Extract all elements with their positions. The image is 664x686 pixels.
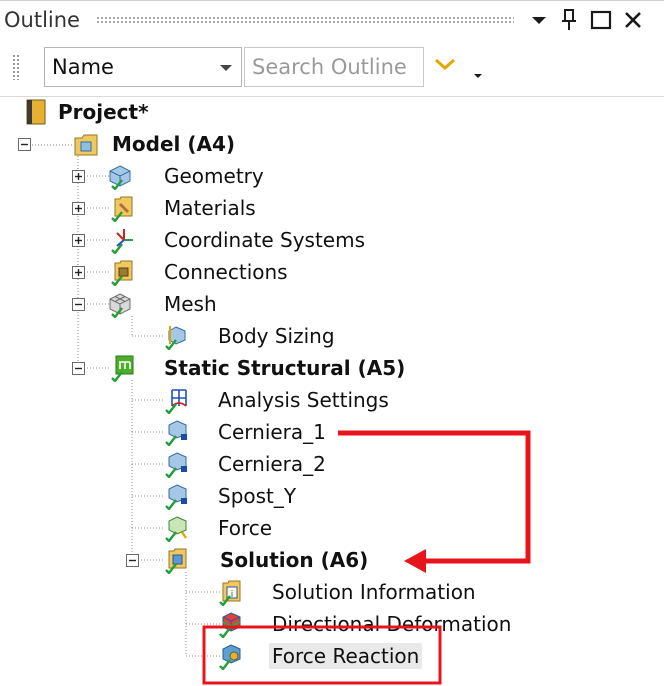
annotation-arrow bbox=[338, 430, 531, 573]
annotation-overlay bbox=[202, 430, 531, 685]
annotation-highlight-box bbox=[202, 625, 442, 685]
